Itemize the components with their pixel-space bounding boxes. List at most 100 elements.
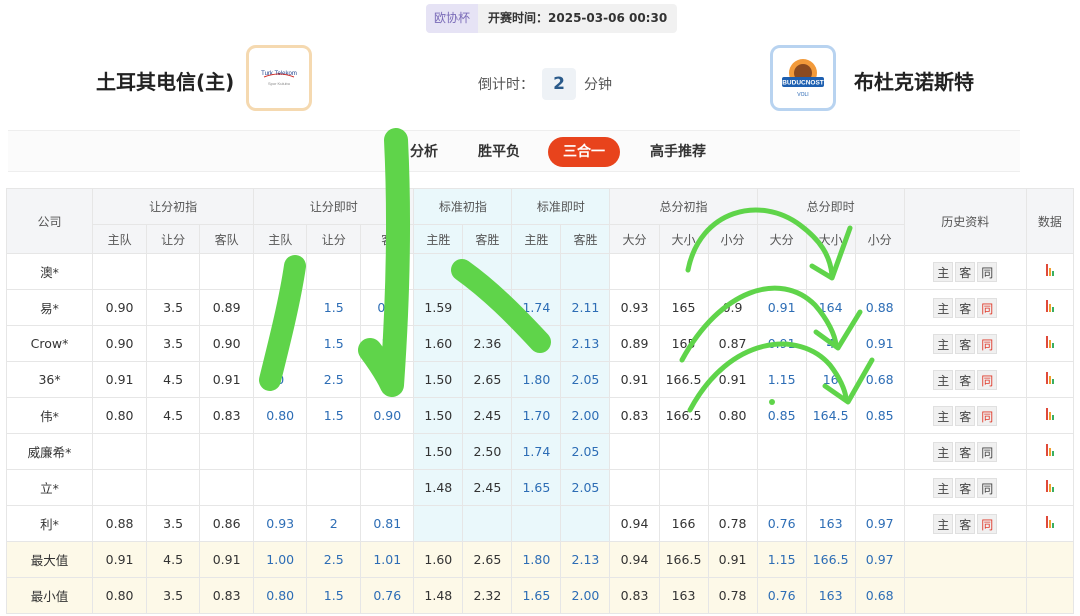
odds-cell: 1.50 bbox=[413, 361, 464, 398]
summary-cell: 0.83 bbox=[609, 577, 660, 614]
data-cell[interactable] bbox=[1025, 325, 1075, 362]
odds-cell: 0.91 bbox=[756, 325, 807, 362]
company-name[interactable]: 36* bbox=[5, 361, 94, 398]
history-away-button[interactable]: 客 bbox=[955, 297, 976, 318]
company-name[interactable]: 伟* bbox=[5, 397, 94, 434]
history-away-button[interactable]: 客 bbox=[955, 477, 976, 498]
tab-expert-picks[interactable]: 高手推荐 bbox=[650, 137, 706, 167]
company-name[interactable]: 利* bbox=[5, 505, 94, 542]
data-cell[interactable] bbox=[1025, 397, 1075, 434]
summary-cell: 1.5 bbox=[306, 577, 362, 614]
history-same-button[interactable]: 同 bbox=[977, 297, 998, 318]
company-name[interactable]: Crow* bbox=[5, 325, 94, 362]
history-away-button[interactable]: 客 bbox=[955, 261, 976, 282]
history-same-button[interactable]: 同 bbox=[977, 405, 998, 426]
odds-cell: 165 bbox=[658, 325, 709, 362]
data-cell[interactable] bbox=[1025, 505, 1075, 542]
subheader-cell: 客 bbox=[360, 224, 415, 254]
home-team-logo[interactable]: Turk Telekom Spor Kulubu bbox=[246, 45, 312, 111]
company-name[interactable]: 易* bbox=[5, 289, 94, 326]
table-row[interactable]: 利* 0.88 3.5 0.86 0.93 2 0.81 0.94 166 0.78 0.76 163… bbox=[5, 505, 1075, 542]
history-away-button[interactable]: 客 bbox=[955, 513, 976, 534]
odds-cell: 2.5 bbox=[306, 361, 362, 398]
company-name[interactable]: 立* bbox=[5, 469, 94, 506]
odds-cell: 2.45 bbox=[462, 397, 513, 434]
history-same-button[interactable]: 同 bbox=[977, 441, 998, 462]
chart-icon bbox=[1045, 480, 1054, 492]
odds-cell bbox=[253, 253, 308, 290]
away-team-name[interactable]: 布杜克诺斯特 bbox=[854, 66, 974, 95]
odds-cell: 163 bbox=[805, 505, 856, 542]
history-home-button[interactable]: 主 bbox=[933, 405, 954, 426]
history-cell: 主客同 bbox=[903, 253, 1027, 290]
odds-cell bbox=[253, 469, 308, 506]
history-home-button[interactable]: 主 bbox=[933, 297, 954, 318]
history-home-button[interactable]: 主 bbox=[933, 369, 954, 390]
history-away-button[interactable]: 客 bbox=[955, 441, 976, 462]
odds-cell bbox=[199, 253, 255, 290]
history-away-button[interactable]: 客 bbox=[955, 369, 976, 390]
table-row[interactable]: 易* 0.90 3.5 0.89 0 1.5 0.9 1.59 1.74 2.11 0.93 165 0… bbox=[5, 289, 1075, 326]
odds-cell: 1.15 bbox=[756, 361, 807, 398]
odds-cell bbox=[462, 253, 513, 290]
odds-cell: 0.89 bbox=[609, 325, 660, 362]
odds-cell: 0.88 bbox=[854, 289, 905, 326]
odds-cell: 0.90 bbox=[360, 397, 415, 434]
odds-cell: 0.80 bbox=[253, 397, 308, 434]
away-logo-image: BUDUCNOST VOLI bbox=[774, 49, 832, 107]
company-name[interactable]: 威廉希* bbox=[5, 433, 94, 470]
history-same-button[interactable]: 同 bbox=[977, 513, 998, 534]
history-same-button[interactable]: 同 bbox=[977, 261, 998, 282]
tab-analysis[interactable]: 分析 bbox=[410, 137, 438, 167]
history-home-button[interactable]: 主 bbox=[933, 513, 954, 534]
summary-cell: 0.76 bbox=[360, 577, 415, 614]
odds-cell: 0.91 bbox=[199, 361, 255, 398]
table-row[interactable]: 伟* 0.80 4.5 0.83 0.80 1.5 0.90 1.50 2.45 1.70 2.00… bbox=[5, 397, 1075, 434]
history-away-button[interactable]: 客 bbox=[955, 333, 976, 354]
odds-cell bbox=[756, 433, 807, 470]
table-row[interactable]: 澳* 主客同 bbox=[5, 253, 1075, 290]
data-cell[interactable] bbox=[1025, 469, 1075, 506]
odds-cell bbox=[609, 253, 660, 290]
history-away-button[interactable]: 客 bbox=[955, 405, 976, 426]
history-home-button[interactable]: 主 bbox=[933, 441, 954, 462]
odds-cell: 2.11 bbox=[560, 289, 611, 326]
summary-cell: 1.01 bbox=[360, 541, 415, 578]
odds-cell: 0.90 bbox=[92, 325, 148, 362]
chart-icon bbox=[1045, 516, 1054, 528]
home-team-name[interactable]: 土耳其电信(主) bbox=[96, 66, 234, 95]
history-home-button[interactable]: 主 bbox=[933, 261, 954, 282]
odds-cell bbox=[707, 469, 758, 506]
data-cell[interactable] bbox=[1025, 433, 1075, 470]
history-same-button[interactable]: 同 bbox=[977, 333, 998, 354]
odds-cell: 1.5 bbox=[306, 325, 362, 362]
history-home-button[interactable]: 主 bbox=[933, 477, 954, 498]
table-row[interactable]: 威廉希* 1.50 2.50 1.74 2.05 主客同 bbox=[5, 433, 1075, 470]
match-info: 欧协杯 开赛时间：2025-03-06 00:30 bbox=[426, 4, 678, 33]
data-cell[interactable] bbox=[1025, 253, 1075, 290]
odds-cell bbox=[511, 325, 562, 362]
summary-cell: 0.68 bbox=[854, 577, 905, 614]
summary-cell: 0.78 bbox=[707, 577, 758, 614]
table-row[interactable]: 立* 1.48 2.45 1.65 2.05 主客同 bbox=[5, 469, 1075, 506]
tab-three-in-one[interactable]: 三合一 bbox=[548, 137, 620, 167]
company-name[interactable]: 澳* bbox=[5, 253, 94, 290]
odds-cell bbox=[146, 433, 201, 470]
table-row[interactable]: 36* 0.91 4.5 0.91 0 2.5 1.50 2.65 1.80 2.05 0.91 16… bbox=[5, 361, 1075, 398]
history-same-button[interactable]: 同 bbox=[977, 369, 998, 390]
summary-cell: 163 bbox=[658, 577, 709, 614]
data-cell[interactable] bbox=[1025, 361, 1075, 398]
history-same-button[interactable]: 同 bbox=[977, 477, 998, 498]
tab-win-draw-lose[interactable]: 胜平负 bbox=[478, 137, 520, 167]
odds-cell: 2.05 bbox=[560, 469, 611, 506]
odds-cell bbox=[92, 469, 148, 506]
odds-cell: 0 bbox=[253, 361, 308, 398]
history-home-button[interactable]: 主 bbox=[933, 333, 954, 354]
subheader-cell: 大分 bbox=[756, 224, 807, 254]
league-badge[interactable]: 欧协杯 bbox=[426, 4, 479, 33]
odds-cell bbox=[560, 253, 611, 290]
away-team-logo[interactable]: BUDUCNOST VOLI bbox=[770, 45, 836, 111]
data-cell[interactable] bbox=[1025, 289, 1075, 326]
table-row[interactable]: Crow* 0.90 3.5 0.90 1.5 1. 1.60 2.36 2.13 0.89 165… bbox=[5, 325, 1075, 362]
odds-cell bbox=[306, 253, 362, 290]
